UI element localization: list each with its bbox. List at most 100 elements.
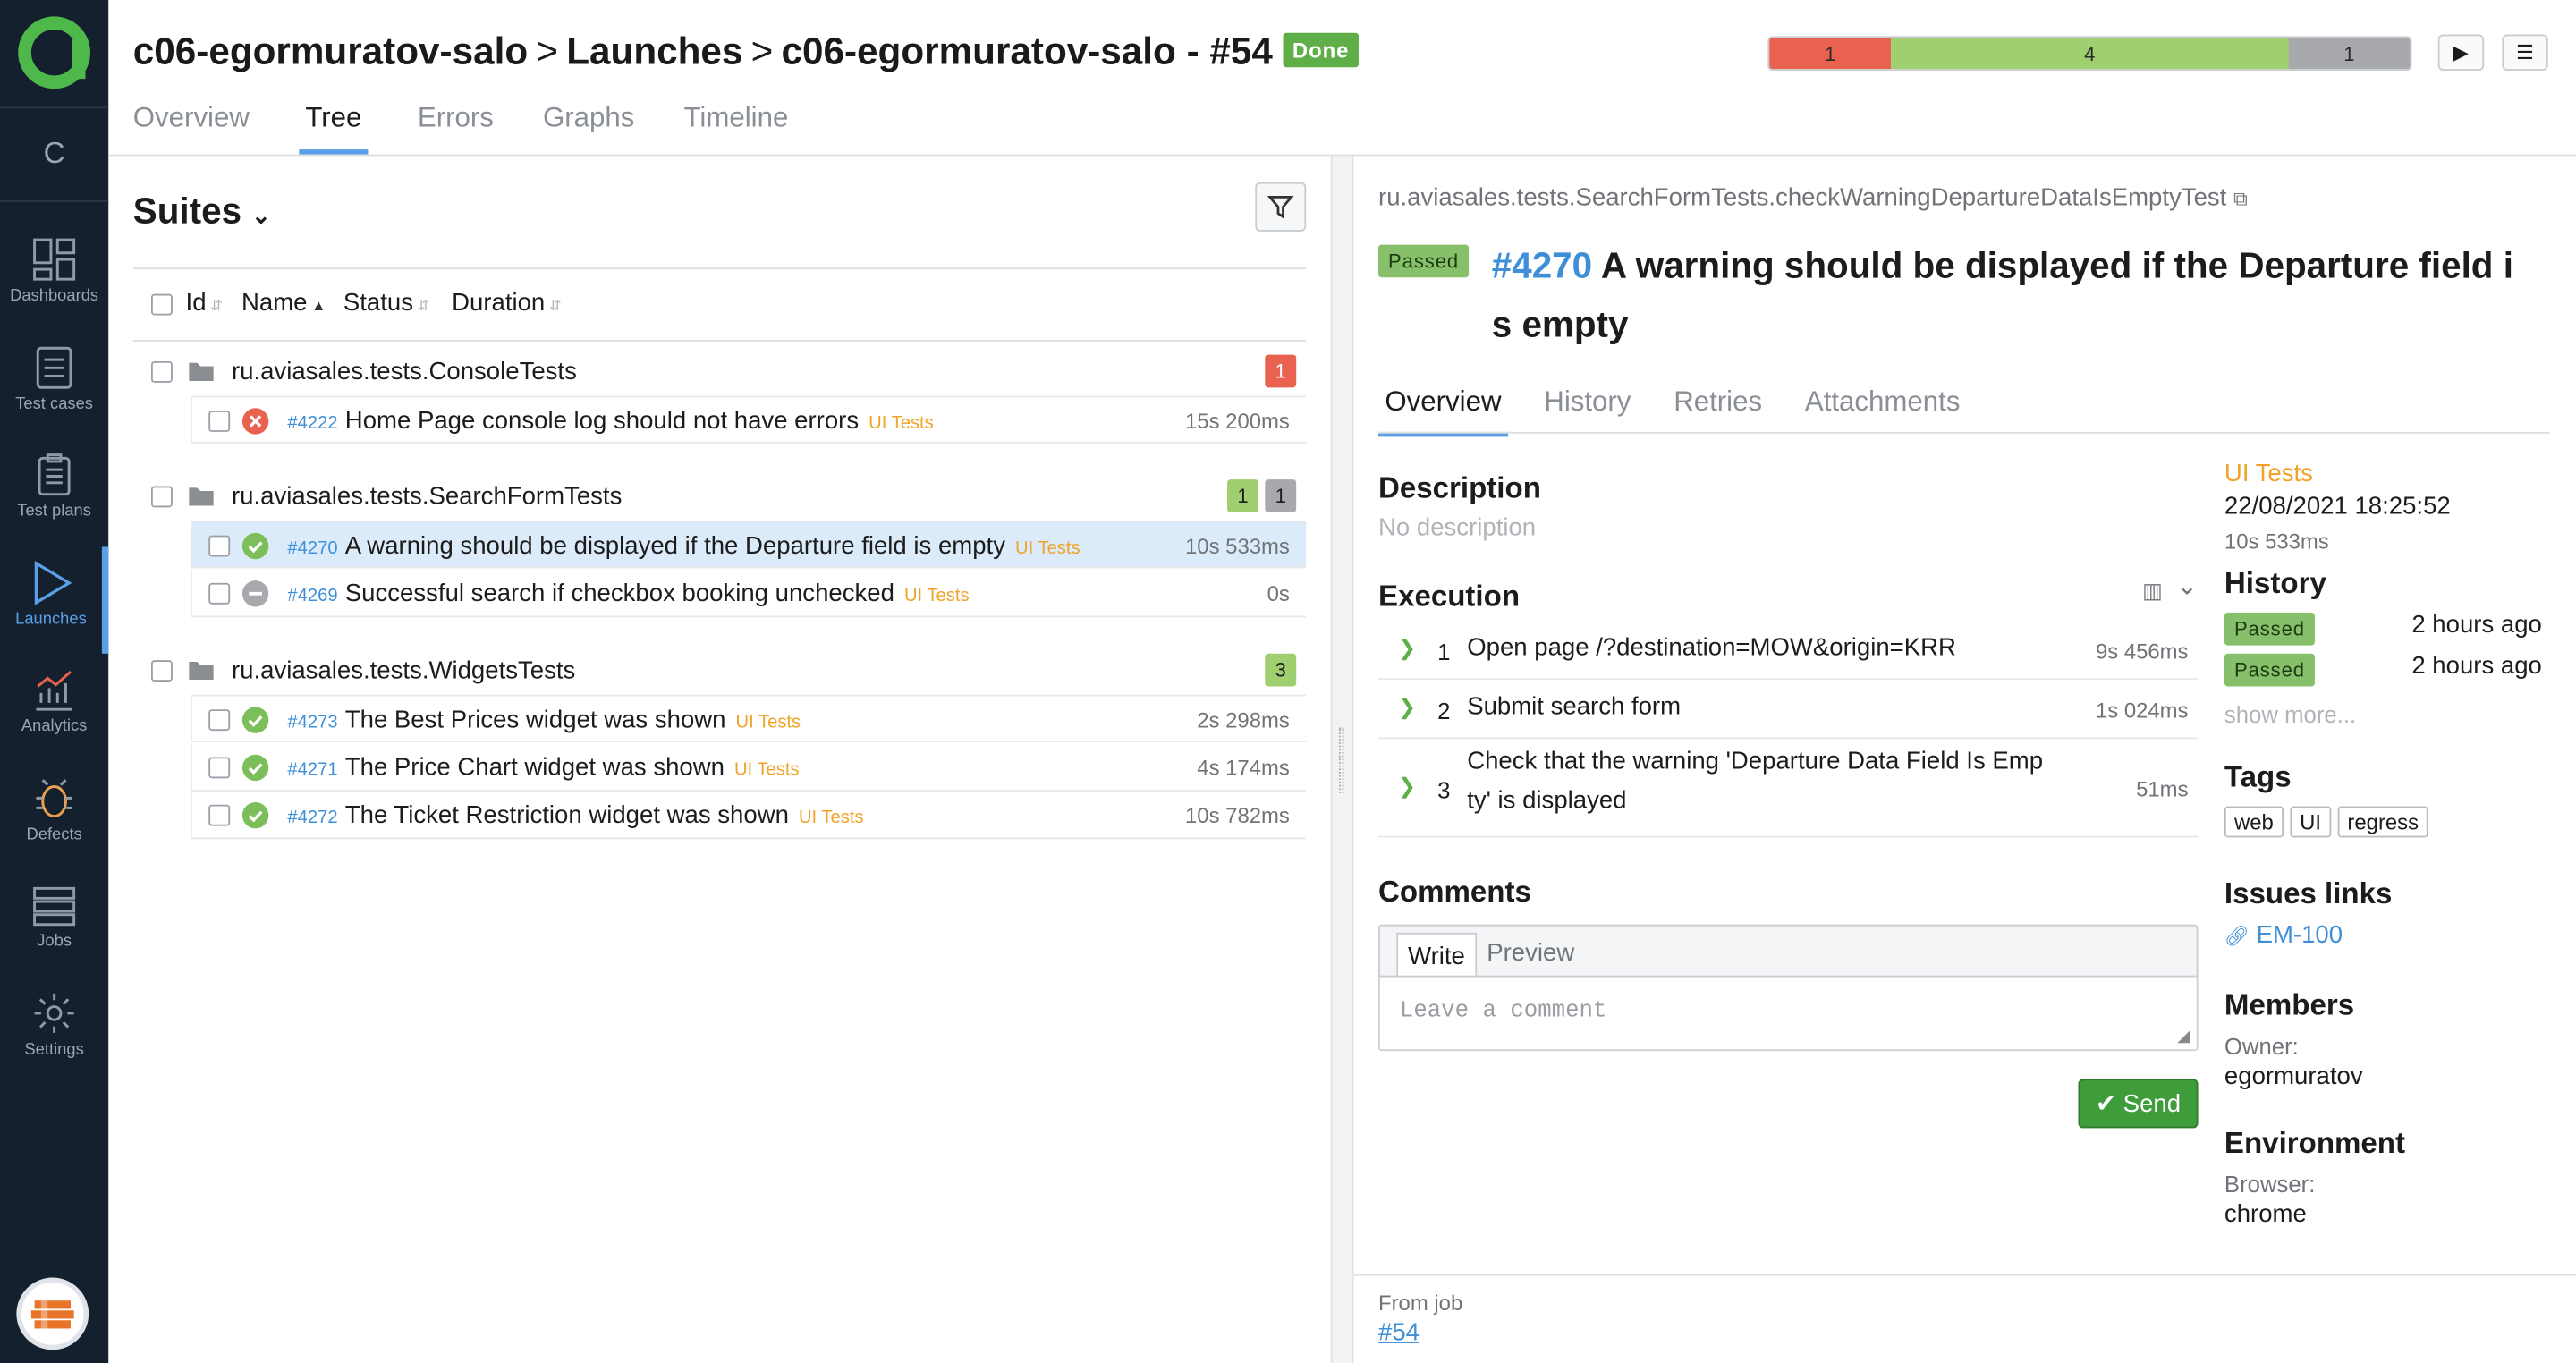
run-button[interactable]: ▶ (2437, 34, 2485, 71)
test-title-line1: A warning should be displayed if the Dep… (1600, 244, 2513, 286)
sidebar-item-dashboards[interactable]: Dashboards (0, 224, 108, 330)
breadcrumb-separator: > (536, 30, 559, 72)
step-duration: 51ms (2136, 776, 2189, 802)
layer-label[interactable]: UI Tests (2224, 460, 2570, 487)
progress-segment[interactable]: 1 (2288, 38, 2411, 70)
row-checkbox[interactable] (208, 709, 231, 732)
row-checkbox[interactable] (208, 581, 231, 604)
row-content: #4222 Home Page console log should not h… (287, 407, 933, 436)
job-link[interactable]: #54 (1378, 1318, 1419, 1346)
sidebar-item-label: Settings (24, 1040, 84, 1059)
issue-link[interactable]: 🔗︎ EM-100 (2224, 921, 2570, 949)
pane-resizer[interactable] (1330, 156, 1354, 1363)
row-checkbox[interactable] (208, 804, 231, 826)
write-tab[interactable]: Write (1396, 932, 1477, 978)
tag-chip[interactable]: web (2224, 806, 2284, 838)
test-id[interactable]: #4270 (1492, 245, 1592, 286)
select-all-checkbox[interactable] (150, 293, 173, 316)
tag-chip[interactable]: regress (2337, 806, 2429, 838)
layout-toggle-icon[interactable]: ▥ (2142, 578, 2163, 604)
project-switcher[interactable]: C (0, 110, 109, 202)
tab-timeline[interactable]: Timeline (683, 102, 788, 149)
column-status[interactable]: Status ⇵ (343, 289, 430, 317)
execution-step[interactable]: ❯ 3 Check that the warning 'Departure Data… (1378, 739, 2199, 838)
copy-icon[interactable]: ⧉ (2233, 187, 2248, 210)
show-more-link[interactable]: show more... (2224, 701, 2570, 727)
tab-overview[interactable]: Overview (133, 102, 250, 149)
group-checkbox[interactable] (150, 360, 173, 383)
sidebar-item-jobs[interactable]: Jobs (0, 868, 108, 975)
history-item[interactable]: Passed 2 hours ago (2224, 650, 2570, 691)
preview-tab[interactable]: Preview (1487, 939, 1574, 967)
test-name: Home Page console log should not have er… (344, 407, 860, 436)
suite-group-name[interactable]: ru.aviasales.tests.SearchFormTests (232, 483, 622, 511)
sidebar-item-defects[interactable]: Defects (0, 761, 108, 868)
folder-icon (189, 658, 214, 688)
sidebar-item-test-cases[interactable]: Test cases (0, 331, 108, 437)
filter-button[interactable] (1255, 182, 1307, 232)
check-icon: ✔ (2095, 1090, 2117, 1119)
sidebar-item-analytics[interactable]: Analytics (0, 654, 108, 760)
user-avatar[interactable] (16, 1277, 89, 1350)
comment-textarea[interactable]: Leave a comment ◢ (1379, 975, 2197, 1050)
sidebar-item-settings[interactable]: Settings (0, 977, 108, 1083)
tree-grouping-selector[interactable]: Suites ⌄ (133, 190, 271, 233)
group-checkbox[interactable] (150, 486, 173, 508)
column-id[interactable]: Id ⇵ (186, 289, 223, 317)
column-label: Duration (452, 289, 546, 317)
test-name: A warning should be displayed if the Dep… (344, 531, 1005, 561)
tab-graphs[interactable]: Graphs (543, 102, 634, 149)
step-text: Submit search form (1467, 692, 1682, 722)
environment-heading: Environment (2224, 1126, 2406, 1160)
tab-overview[interactable]: Overview (1378, 385, 1508, 437)
tab-errors[interactable]: Errors (418, 102, 494, 149)
sort-icon: ⇵ (412, 297, 430, 314)
sidebar-item-label: Launches (15, 610, 87, 629)
layer-tag: UI Tests (735, 712, 801, 732)
step-number: 1 (1437, 639, 1451, 665)
tab-attachments[interactable]: Attachments (1799, 385, 1967, 431)
progress-segment[interactable]: 4 (1891, 38, 2289, 70)
passed-icon (242, 753, 269, 781)
test-result-row[interactable]: #4273 The Best Prices widget was shown UI… (191, 694, 1307, 742)
menu-button[interactable]: ☰ (2502, 34, 2548, 71)
test-result-row[interactable]: #4272 The Ticket Restriction widget was … (191, 792, 1307, 840)
tag-chip[interactable]: UI (2290, 806, 2332, 838)
chevron-right-icon[interactable]: ❯ (1398, 774, 1416, 800)
row-checkbox[interactable] (208, 756, 231, 778)
suite-group-name[interactable]: ru.aviasales.tests.WidgetsTests (232, 656, 575, 684)
row-checkbox[interactable] (208, 535, 231, 557)
breadcrumb-project[interactable]: c06-egormuratov-salo (133, 30, 528, 72)
test-cases-icon (0, 344, 108, 390)
progress-segment[interactable]: 1 (1769, 38, 1892, 70)
collapse-steps-icon[interactable]: ⌄ (2177, 571, 2198, 601)
test-result-row[interactable]: #4222 Home Page console log should not h… (191, 395, 1307, 444)
description-text: No description (1378, 513, 1537, 542)
execution-step[interactable]: ❯ 2 Submit search form 1s 024ms (1378, 680, 2199, 740)
test-duration: 2s 298ms (1197, 707, 1290, 732)
chevron-right-icon[interactable]: ❯ (1398, 695, 1416, 721)
column-name[interactable]: Name ▲ (242, 289, 326, 317)
sidebar-item-test-plans[interactable]: Test plans (0, 438, 108, 545)
row-checkbox[interactable] (208, 411, 231, 432)
tab-tree[interactable]: Tree (299, 102, 369, 155)
suite-group-name[interactable]: ru.aviasales.tests.ConsoleTests (232, 358, 577, 385)
history-item[interactable]: Passed 2 hours ago (2224, 609, 2570, 650)
test-id: #4271 (287, 759, 338, 780)
sidebar-item-launches[interactable]: Launches (0, 546, 109, 653)
execution-step[interactable]: ❯ 1 Open page /?destination=MOW&origin=KRR… (1378, 621, 2199, 681)
allure-logo[interactable] (0, 0, 109, 109)
test-result-row[interactable]: #4270 A warning should be displayed if t… (191, 521, 1307, 569)
tab-history[interactable]: History (1538, 385, 1638, 431)
group-checkbox[interactable] (150, 660, 173, 682)
column-duration[interactable]: Duration ⇵ (452, 289, 562, 317)
resize-handle-icon[interactable]: ◢ (2177, 1028, 2190, 1046)
chevron-right-icon[interactable]: ❯ (1398, 636, 1416, 662)
breadcrumb-launches[interactable]: Launches (566, 30, 742, 72)
test-name: The Price Chart widget was shown (344, 752, 724, 782)
tab-retries[interactable]: Retries (1667, 385, 1769, 431)
send-comment-button[interactable]: ✔ Send (2078, 1079, 2199, 1129)
test-result-row[interactable]: #4271 The Price Chart widget was shown UI… (191, 742, 1307, 792)
hamburger-icon: ☰ (2516, 40, 2534, 64)
test-result-row[interactable]: #4269 Successful search if checkbox book… (191, 569, 1307, 617)
